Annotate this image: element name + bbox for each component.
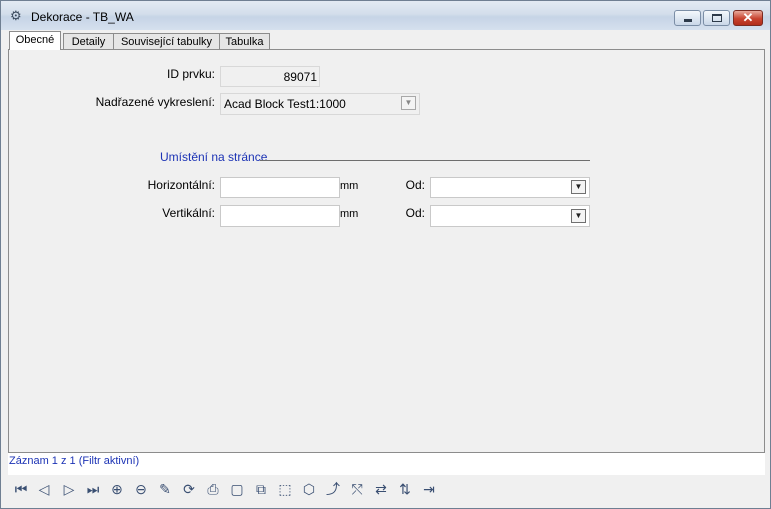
status-bar: Záznam 1 z 1 (Filtr aktivní) xyxy=(8,453,765,475)
previous-record-icon[interactable]: ◁ xyxy=(34,479,54,499)
id-label: ID prvku: xyxy=(166,67,215,81)
move-arrows-icon[interactable]: ⇄ xyxy=(371,479,391,499)
toolbar: ⏮ ◁ ▷ ⏭ ⊕ ⊖ ✎ ⟳ ⎙ ▢ ⧉ ⬚ ⬡ ⤴ ⤲ ⇄ ⇅ ⇥ xyxy=(8,475,765,503)
first-record-icon[interactable]: ⏮ xyxy=(11,479,31,499)
properties-icon[interactable]: ⇅ xyxy=(395,479,415,499)
network-trace-icon[interactable]: ⤲ xyxy=(347,479,367,499)
vertical-label: Vertikální: xyxy=(162,206,215,220)
id-field: 89071 xyxy=(220,66,320,87)
select-multiple-icon[interactable]: ⧉ xyxy=(251,479,271,499)
select-object-icon[interactable]: ▢ xyxy=(227,479,247,499)
minimize-button[interactable] xyxy=(674,10,701,26)
section-divider xyxy=(260,160,590,161)
section-title: Umístění na stránce xyxy=(160,150,268,164)
horizontal-unit: mm xyxy=(340,180,359,192)
minimize-icon xyxy=(684,19,692,22)
maximize-button[interactable] xyxy=(703,10,730,26)
connect-icon[interactable]: ⤴ xyxy=(323,479,343,499)
chevron-down-icon[interactable]: ▼ xyxy=(571,209,586,223)
vertical-from-label: Od: xyxy=(405,206,425,220)
tab-souvisejici-tabulky[interactable]: Související tabulky xyxy=(113,33,220,49)
parent-drawing-select[interactable]: Acad Block Test1:1000 ▼ xyxy=(220,93,420,115)
window-title: Dekorace - TB_WA xyxy=(31,10,134,24)
maximize-icon xyxy=(712,14,722,22)
horizontal-input[interactable] xyxy=(220,177,340,198)
edit-pencil-icon[interactable]: ✎ xyxy=(155,479,175,499)
close-button[interactable]: ✕ xyxy=(733,10,763,26)
close-icon: ✕ xyxy=(742,10,754,25)
title-bar[interactable]: ⚙ Dekorace - TB_WA ✕ xyxy=(1,1,770,30)
next-record-icon[interactable]: ▷ xyxy=(59,479,79,499)
horizontal-label: Horizontální: xyxy=(147,178,215,192)
refresh-icon[interactable]: ⟳ xyxy=(179,479,199,499)
dialog-window: ⚙ Dekorace - TB_WA ✕ Obecné Detaily Souv… xyxy=(0,0,771,509)
parent-drawing-label: Nadřazené vykreslení: xyxy=(95,95,215,109)
zoom-window-icon[interactable]: ⬡ xyxy=(299,479,319,499)
tab-obecne[interactable]: Obecné xyxy=(9,31,61,50)
tab-detaily[interactable]: Detaily xyxy=(63,33,114,49)
chevron-down-icon[interactable]: ▼ xyxy=(401,96,416,110)
vertical-unit: mm xyxy=(340,208,359,220)
horizontal-from-label: Od: xyxy=(405,178,425,192)
network-node-icon: ⚙ xyxy=(10,8,22,23)
add-filter-icon[interactable]: ⊕ xyxy=(107,479,127,499)
chevron-down-icon[interactable]: ▼ xyxy=(571,180,586,194)
vertical-from-select[interactable]: ▼ xyxy=(430,205,590,227)
horizontal-from-select[interactable]: ▼ xyxy=(430,177,590,198)
last-record-icon[interactable]: ⏭ xyxy=(83,479,103,499)
record-status: Záznam 1 z 1 (Filtr aktivní) xyxy=(9,455,140,467)
print-icon[interactable]: ⎙ xyxy=(203,479,223,499)
vertical-input[interactable] xyxy=(220,205,340,227)
tab-tabulka[interactable]: Tabulka xyxy=(219,33,270,49)
zoom-extent-icon[interactable]: ⬚ xyxy=(275,479,295,499)
parent-drawing-value: Acad Block Test1:1000 xyxy=(224,97,346,111)
remove-filter-icon[interactable]: ⊖ xyxy=(131,479,151,499)
exit-icon[interactable]: ⇥ xyxy=(419,479,439,499)
